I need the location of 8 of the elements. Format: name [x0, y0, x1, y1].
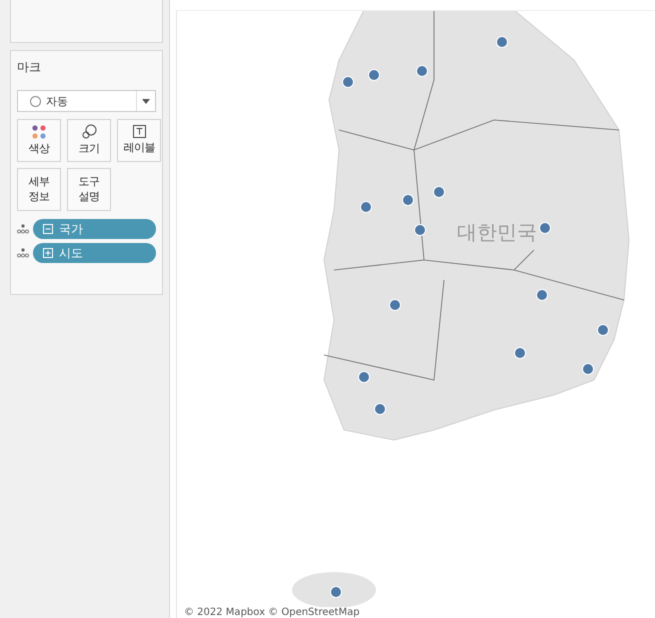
label-button[interactable]: 레이블: [117, 119, 161, 162]
country-label: 대한민국: [457, 219, 537, 246]
marks-title: 마크: [17, 59, 42, 76]
size-button[interactable]: 크기: [67, 119, 111, 162]
mark-type-dropdown[interactable]: 자동: [17, 90, 156, 112]
detail-button[interactable]: 세부 정보: [17, 168, 61, 211]
tooltip-button[interactable]: 도구 설명: [67, 168, 111, 211]
color-button[interactable]: 색상: [17, 119, 61, 162]
